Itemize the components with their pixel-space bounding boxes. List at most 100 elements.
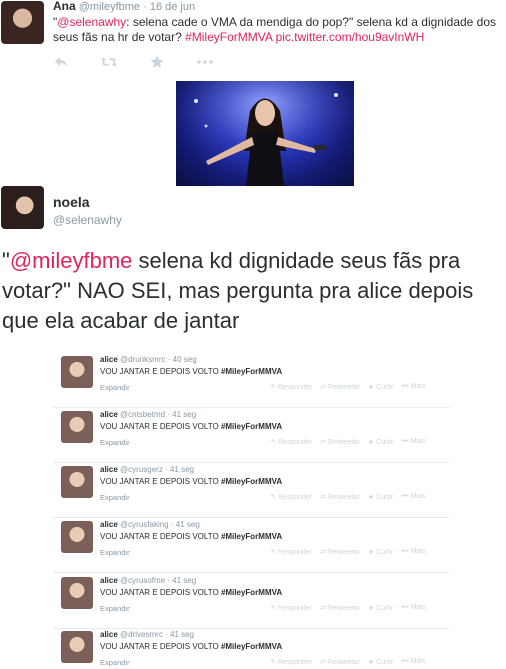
reply-button[interactable]: ↰ Responder [270,438,312,446]
hashtag-link[interactable]: #MileyForMMVA [221,367,282,376]
tweet-time[interactable]: · 41 seg [167,576,196,585]
favorite-button[interactable]: ★ Curtir [368,604,393,612]
mention-link[interactable]: @selenawhy [57,15,126,29]
author-handle[interactable]: @cyrusgerz [120,465,163,474]
author-handle[interactable]: @cyrusfaking [120,520,169,529]
expand-link[interactable]: Expandir [100,604,130,613]
expand-link[interactable]: Expandir [100,548,130,557]
author-name[interactable]: alice [100,520,118,529]
tweet-time[interactable]: · 41 seg [165,630,194,639]
favorite-button[interactable]: ★ Curtir [368,438,393,446]
reply-icon[interactable] [53,54,69,70]
tweet-time[interactable]: · 41 seg [165,465,194,474]
reply-button[interactable]: ↰ Responder [270,658,312,666]
tweet-text: VOU JANTAR E DEPOIS VOLTO #MileyForMMVA [100,367,282,377]
more-icon[interactable] [197,54,213,70]
tweet-body: VOU JANTAR E DEPOIS VOLTO [100,422,219,431]
reply-button[interactable]: ↰ Responder [270,383,312,391]
tweet-header: Ana @mileyfbme · 16 de jun [53,0,195,14]
author-handle[interactable]: @cyrusofme [120,576,165,585]
tweet-time[interactable]: · 41 seg [167,410,196,419]
more-button[interactable]: ••• Mais [401,604,425,612]
tweet-time[interactable]: · 41 seg [171,520,200,529]
retweet-button[interactable]: ⇄ Retweetar [320,604,360,612]
retweet-button[interactable]: ⇄ Retweetar [320,548,360,556]
more-button[interactable]: ••• Mais [401,493,425,501]
author-handle[interactable]: @selenawhy [53,213,122,227]
avatar[interactable] [1,186,44,229]
favorite-button[interactable]: ★ Curtir [368,383,393,391]
avatar[interactable] [61,521,93,553]
favorite-button[interactable]: ★ Curtir [368,548,393,556]
retweet-icon: ⇄ [320,494,326,501]
avatar[interactable] [61,577,93,609]
favorite-button[interactable]: ★ Curtir [368,493,393,501]
retweet-button[interactable]: ⇄ Retweetar [320,493,360,501]
author-name[interactable]: noela [53,194,90,210]
avatar[interactable] [61,466,93,498]
tweet-text: "@mileyfbme selena kd dignidade seus fãs… [2,246,504,336]
tweet-text: VOU JANTAR E DEPOIS VOLTO #MileyForMMVA [100,588,282,598]
tweet-body: VOU JANTAR E DEPOIS VOLTO [100,367,219,376]
more-icon: ••• [401,658,409,665]
tweet-ana: Ana @mileyfbme · 16 de jun "@selenawhy: … [0,0,506,192]
tweet-time[interactable]: · 40 seg [168,355,197,364]
retweet-button[interactable]: ⇄ Retweetar [320,383,360,391]
favorite-icon[interactable] [149,54,165,70]
more-button[interactable]: ••• Mais [401,548,425,556]
hashtag-link[interactable]: #MileyForMMVA [221,642,282,651]
hashtag-link[interactable]: #MileyForMMVA [185,30,272,44]
expand-link[interactable]: Expandir [100,438,130,447]
pic-link[interactable]: pic.twitter.com/hou9avInWH [276,30,425,44]
avatar[interactable] [61,631,93,663]
author-handle[interactable]: @drunksmrc [120,355,165,364]
author-name[interactable]: alice [100,410,118,419]
favorite-icon: ★ [367,549,375,556]
hashtag-link[interactable]: #MileyForMMVA [221,532,282,541]
retweet-icon[interactable] [101,54,117,70]
more-icon: ••• [401,493,409,500]
tweet-header: alice @drivesmrc · 41 seg [100,630,194,640]
author-name[interactable]: alice [100,465,118,474]
hashtag-link[interactable]: #MileyForMMVA [221,477,282,486]
author-handle[interactable]: @cntsbetmd [120,410,165,419]
author-handle[interactable]: @drivesmrc [120,630,163,639]
tweet-actions: ↰ Responder ⇄ Retweetar ★ Curtir ••• Mais [270,493,425,501]
tweet-text: "@selenawhy: selena cade o VMA da mendig… [53,15,503,45]
tweet-photo[interactable] [176,81,354,186]
hashtag-link[interactable]: #MileyForMMVA [221,588,282,597]
expand-link[interactable]: Expandir [100,493,130,502]
reply-icon: ↰ [270,659,276,666]
author-name[interactable]: alice [100,576,118,585]
author-handle[interactable]: @mileyfbme [79,1,140,13]
tweet-body: VOU JANTAR E DEPOIS VOLTO [100,642,219,651]
reply-icon: ↰ [270,494,276,501]
tweet-actions: ↰ Responder ⇄ Retweetar ★ Curtir ••• Mais [270,548,425,556]
expand-link[interactable]: Expandir [100,383,130,392]
author-name[interactable]: alice [100,355,118,364]
reply-button[interactable]: ↰ Responder [270,604,312,612]
more-icon: ••• [401,383,409,390]
more-button[interactable]: ••• Mais [401,383,425,391]
tweet-body: VOU JANTAR E DEPOIS VOLTO [100,477,219,486]
author-name[interactable]: Ana [53,0,76,13]
mention-link[interactable]: @mileyfbme [10,248,133,273]
retweet-button[interactable]: ⇄ Retweetar [320,438,360,446]
more-button[interactable]: ••• Mais [401,438,425,446]
tweet-date[interactable]: 16 de jun [150,1,195,13]
separator-dot: · [143,1,147,13]
author-name[interactable]: alice [100,630,118,639]
expand-link[interactable]: Expandir [100,658,130,667]
reply-button[interactable]: ↰ Responder [270,548,312,556]
favorite-button[interactable]: ★ Curtir [368,658,393,666]
avatar[interactable] [61,411,93,443]
reply-icon: ↰ [270,605,276,612]
more-button[interactable]: ••• Mais [401,658,425,666]
photo-content-performer [176,81,354,186]
retweet-button[interactable]: ⇄ Retweetar [320,658,360,666]
hashtag-link[interactable]: #MileyForMMVA [221,422,282,431]
avatar[interactable] [1,1,44,44]
avatar[interactable] [61,356,93,388]
reply-button[interactable]: ↰ Responder [270,493,312,501]
tweet-body: VOU JANTAR E DEPOIS VOLTO [100,532,219,541]
